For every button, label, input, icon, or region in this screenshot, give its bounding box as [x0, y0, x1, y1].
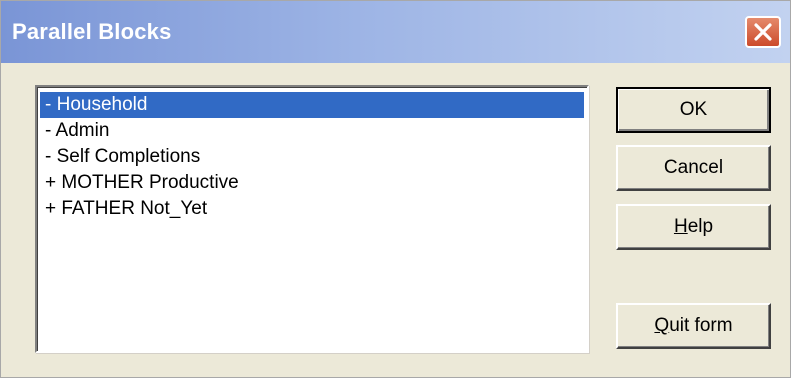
window-title: Parallel Blocks: [12, 19, 172, 44]
help-button-label: Help: [674, 216, 713, 238]
list-item-admin[interactable]: - Admin: [40, 118, 584, 144]
close-button[interactable]: [745, 16, 781, 48]
close-icon: [753, 22, 773, 42]
quit-form-button-label: Quit form: [654, 315, 732, 337]
help-label-rest: elp: [687, 216, 714, 237]
quit-label-rest: uit form: [669, 315, 733, 336]
list-item-mother-productive[interactable]: + MOTHER Productive: [40, 170, 584, 196]
quit-form-button[interactable]: Quit form: [616, 303, 771, 349]
list-item-father-not-yet[interactable]: + FATHER Not_Yet: [40, 196, 584, 222]
quit-mnemonic: Q: [654, 315, 670, 336]
parallel-blocks-list[interactable]: - Household - Admin - Self Completions +…: [35, 85, 589, 353]
ok-button-label: OK: [679, 99, 708, 120]
cancel-button-label: Cancel: [663, 157, 724, 178]
title-bar[interactable]: Parallel Blocks: [1, 1, 790, 63]
help-mnemonic: H: [673, 216, 688, 237]
list-item-household[interactable]: - Household: [40, 92, 584, 118]
help-button[interactable]: Help: [616, 204, 771, 250]
ok-button[interactable]: OK: [616, 87, 771, 133]
parallel-blocks-dialog: Parallel Blocks - Household - Admin - Se…: [0, 0, 791, 378]
cancel-button[interactable]: Cancel: [616, 145, 771, 191]
list-item-self-completions[interactable]: - Self Completions: [40, 144, 584, 170]
